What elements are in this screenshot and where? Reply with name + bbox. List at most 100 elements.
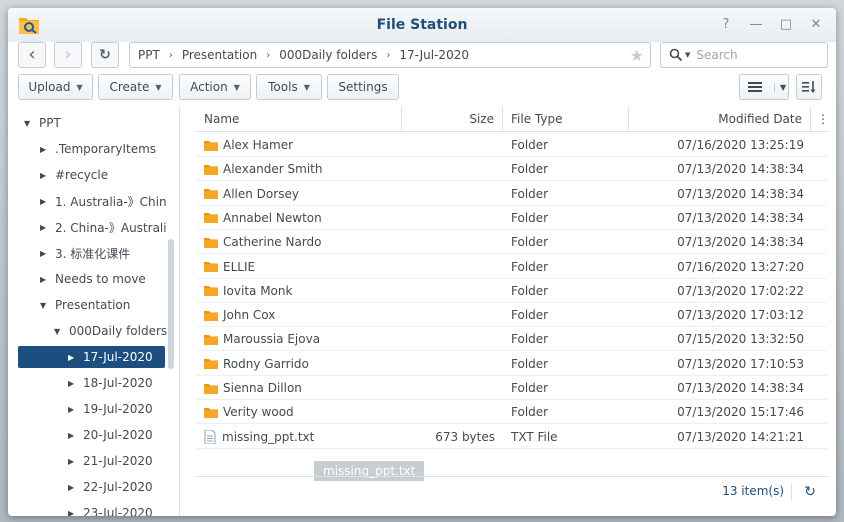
column-name[interactable]: Name: [196, 106, 402, 132]
search-box[interactable]: ▼: [660, 42, 828, 68]
collapsed-arrow-icon[interactable]: ▶: [68, 457, 80, 466]
expanded-arrow-icon[interactable]: ▼: [54, 327, 66, 336]
tree-scrollbar[interactable]: [168, 239, 174, 369]
maximize-icon[interactable]: □: [778, 16, 794, 32]
file-row[interactable]: Sienna Dillon Folder 07/13/2020 14:38:34: [196, 376, 828, 400]
expanded-arrow-icon[interactable]: ▼: [40, 301, 52, 310]
create-button[interactable]: Create ▼: [98, 74, 173, 100]
breadcrumb-presentation[interactable]: Presentation: [182, 48, 257, 62]
file-row[interactable]: missing_ppt.txt 673 bytes TXT File 07/13/20…: [196, 425, 828, 449]
file-row[interactable]: ELLIE Folder 07/16/2020 13:27:20: [196, 255, 828, 279]
chevron-down-icon: ▼: [233, 82, 240, 92]
tree-item-label: 18-Jul-2020: [83, 376, 153, 390]
tree-item[interactable]: ▶ 23-Jul-2020: [8, 502, 153, 516]
tree-item[interactable]: ▶ #recycle: [8, 164, 108, 186]
tree-item[interactable]: ▶ 19-Jul-2020: [8, 398, 153, 420]
search-icon[interactable]: [669, 48, 683, 62]
file-row[interactable]: Iovita Monk Folder 07/13/2020 17:02:22: [196, 279, 828, 303]
column-size[interactable]: Size: [402, 106, 503, 132]
favorite-star-icon[interactable]: ★: [630, 46, 644, 65]
refresh-icon: ↻: [99, 47, 111, 63]
collapsed-arrow-icon[interactable]: ▶: [68, 509, 80, 517]
file-row[interactable]: Catherine Nardo Folder 07/13/2020 14:38:34: [196, 230, 828, 255]
column-modified-date[interactable]: Modified Date: [629, 106, 811, 132]
expanded-arrow-icon[interactable]: ▼: [24, 119, 36, 128]
collapsed-arrow-icon[interactable]: ▶: [40, 145, 52, 154]
file-modified-date: 07/13/2020 14:38:34: [677, 162, 804, 177]
collapsed-arrow-icon[interactable]: ▶: [68, 405, 80, 414]
help-icon[interactable]: ?: [718, 16, 734, 32]
folder-icon: [204, 212, 223, 224]
file-row[interactable]: Annabel Newton Folder 07/13/2020 14:38:34: [196, 206, 828, 230]
settings-button[interactable]: Settings: [327, 74, 399, 100]
file-type: Folder: [511, 356, 549, 371]
file-name-cell: ELLIE: [204, 255, 255, 279]
tree-item[interactable]: ▶ 18-Jul-2020: [8, 372, 153, 394]
close-icon[interactable]: ✕: [808, 16, 824, 32]
file-row[interactable]: Verity wood Folder 07/13/2020 15:17:46: [196, 400, 828, 425]
tree-item[interactable]: ▼ 000Daily folders: [8, 320, 167, 342]
file-row[interactable]: Allen Dorsey Folder 07/13/2020 14:38:34: [196, 182, 828, 206]
file-row[interactable]: Rodny Garrido Folder 07/13/2020 17:10:53: [196, 352, 828, 376]
search-input[interactable]: [696, 48, 807, 62]
minimize-icon[interactable]: —: [748, 16, 764, 32]
tree-item[interactable]: ▼ PPT: [8, 112, 61, 134]
collapsed-arrow-icon[interactable]: ▶: [68, 483, 80, 492]
chevron-down-icon: ▼: [155, 82, 162, 92]
item-count: 13 item(s): [722, 484, 784, 498]
collapsed-arrow-icon[interactable]: ▶: [40, 171, 52, 180]
refresh-icon[interactable]: ↻: [804, 484, 816, 500]
tree-item[interactable]: ▶ 2. China-》Australi: [8, 216, 167, 238]
breadcrumb-ppt[interactable]: PPT: [138, 48, 160, 62]
tree-item[interactable]: ▶ .TemporaryItems: [8, 138, 156, 160]
breadcrumb-17-jul-2020[interactable]: 17-Jul-2020: [399, 48, 469, 62]
tree-item[interactable]: ▶ 3. 标准化课件: [8, 242, 130, 264]
tree-item[interactable]: ▶ 1. Australia-》Chin: [8, 190, 167, 212]
view-mode-button[interactable]: ▼: [739, 74, 789, 100]
tree-item[interactable]: ▶ 17-Jul-2020: [18, 346, 165, 368]
tree-item[interactable]: ▶ Needs to move: [8, 268, 146, 290]
tools-button[interactable]: Tools ▼: [256, 74, 322, 100]
folder-icon: [204, 164, 223, 175]
file-name: Catherine Nardo: [223, 235, 322, 250]
folder-icon: [204, 383, 223, 394]
upload-button[interactable]: Upload ▼: [18, 74, 93, 100]
chevron-down-icon: ▼: [303, 82, 310, 92]
back-button[interactable]: ‹: [18, 42, 46, 68]
tree-item[interactable]: ▶ 21-Jul-2020: [8, 450, 153, 472]
collapsed-arrow-icon[interactable]: ▶: [68, 353, 80, 362]
file-name: Maroussia Ejova: [223, 332, 321, 347]
collapsed-arrow-icon[interactable]: ▶: [40, 275, 52, 284]
column-menu-icon[interactable]: ⋮: [811, 106, 829, 132]
collapsed-arrow-icon[interactable]: ▶: [40, 223, 52, 232]
breadcrumb-daily-folders[interactable]: 000Daily folders: [279, 48, 377, 62]
chevron-left-icon: ‹: [28, 44, 36, 65]
collapsed-arrow-icon[interactable]: ▶: [68, 379, 80, 388]
file-row[interactable]: Maroussia Ejova Folder 07/15/2020 13:32:50: [196, 327, 828, 352]
file-type: TXT File: [511, 429, 558, 444]
column-file-type[interactable]: File Type: [503, 106, 629, 132]
file-row[interactable]: Alex Hamer Folder 07/16/2020 13:25:19: [196, 133, 828, 157]
collapsed-arrow-icon[interactable]: ▶: [40, 197, 52, 206]
collapsed-arrow-icon[interactable]: ▶: [68, 431, 80, 440]
action-button[interactable]: Action ▼: [179, 74, 251, 100]
file-name: missing_ppt.txt: [222, 429, 315, 444]
file-row[interactable]: Alexander Smith Folder 07/13/2020 14:38:34: [196, 157, 828, 182]
forward-button[interactable]: ›: [54, 42, 82, 68]
search-options-caret-icon[interactable]: ▼: [685, 51, 690, 59]
file-name-cell: Sienna Dillon: [204, 376, 302, 400]
file-name: Verity wood: [223, 405, 294, 420]
sort-button[interactable]: [796, 74, 822, 100]
breadcrumb-separator: ›: [168, 49, 173, 61]
folder-icon: [204, 140, 223, 151]
collapsed-arrow-icon[interactable]: ▶: [40, 249, 52, 258]
settings-label: Settings: [338, 80, 388, 94]
file-type: Folder: [511, 259, 549, 274]
refresh-button[interactable]: ↻: [91, 42, 119, 68]
tree-item-label: Presentation: [55, 298, 131, 312]
tree-item[interactable]: ▶ 22-Jul-2020: [8, 476, 153, 498]
tree-item[interactable]: ▶ 20-Jul-2020: [8, 424, 153, 446]
file-row[interactable]: John Cox Folder 07/13/2020 17:03:12: [196, 303, 828, 328]
tree-item[interactable]: ▼ Presentation: [8, 294, 130, 316]
view-mode-caret-icon[interactable]: ▼: [774, 82, 786, 92]
